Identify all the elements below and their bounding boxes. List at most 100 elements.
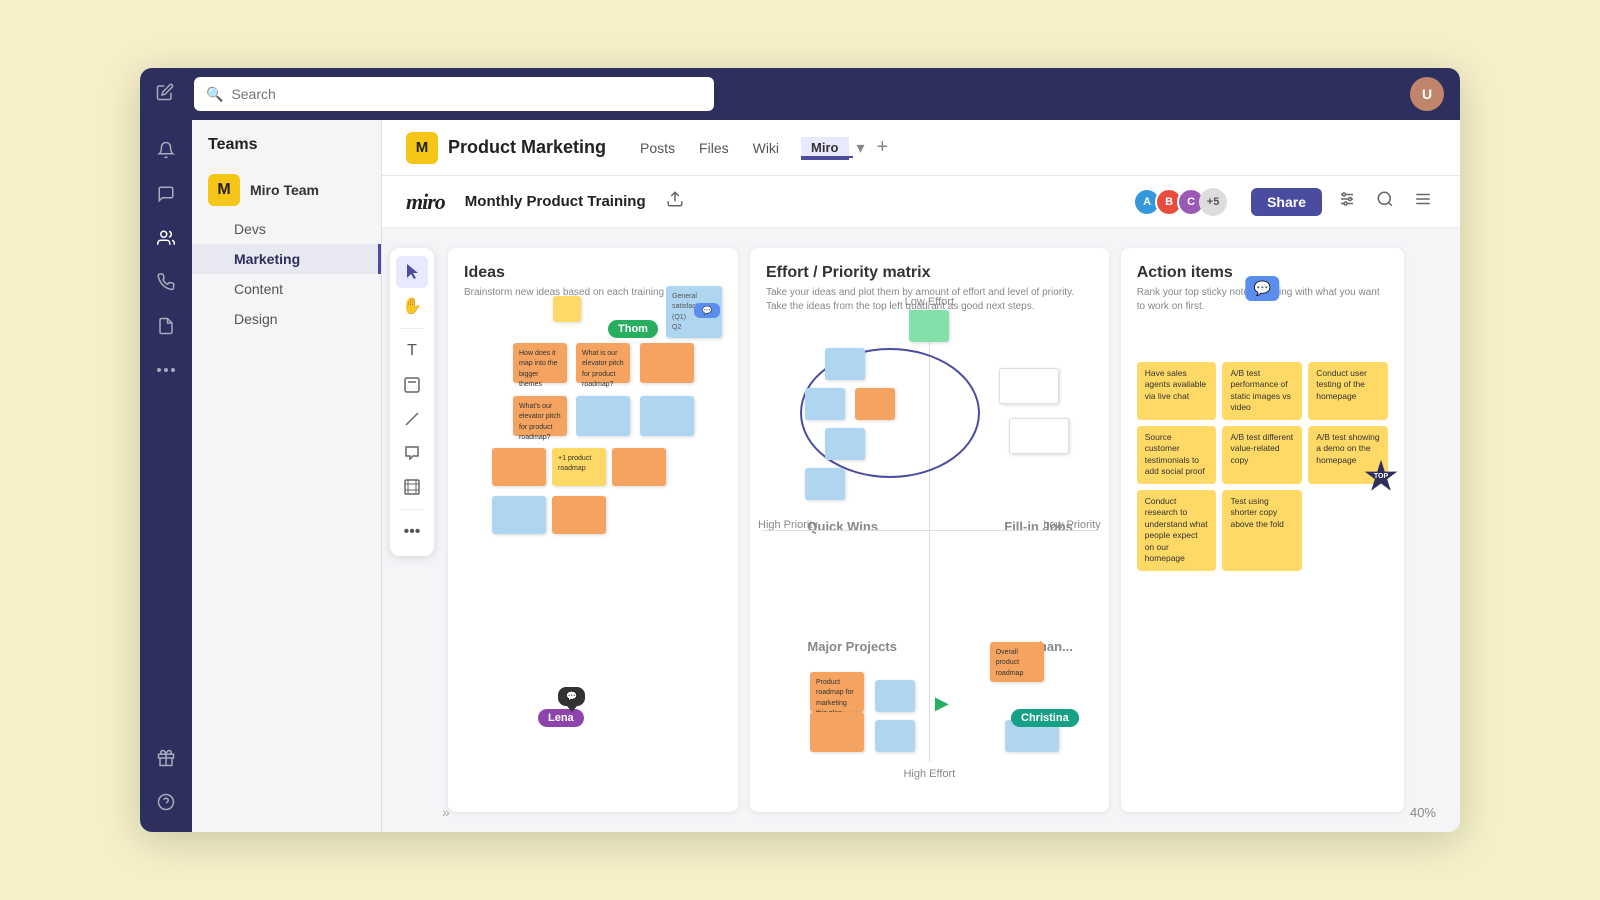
settings-icon[interactable]: [1334, 186, 1360, 217]
action-items-section: Action items Rank your top sticky notes,…: [1121, 248, 1404, 812]
matrix-hline: [762, 530, 1097, 531]
sticky-note[interactable]: [805, 388, 845, 420]
extra-avatars-count: +5: [1199, 188, 1227, 216]
tab-files[interactable]: Files: [689, 136, 739, 160]
search-bar[interactable]: 🔍: [194, 77, 714, 111]
tool-comment[interactable]: [396, 437, 428, 469]
tool-line[interactable]: [396, 403, 428, 435]
sidebar-more-icon[interactable]: [148, 352, 184, 388]
sticky-note[interactable]: [875, 680, 915, 712]
topbar: 🔍 U: [140, 68, 1460, 120]
sticky-note[interactable]: [640, 396, 694, 436]
sticky-note[interactable]: [553, 296, 581, 322]
action-card-1[interactable]: Have sales agents available via live cha…: [1137, 362, 1217, 420]
sidebar-item-devs[interactable]: Devs: [192, 214, 381, 244]
sticky-note[interactable]: [999, 368, 1059, 404]
sidebar-item-design[interactable]: Design: [192, 304, 381, 334]
ideas-title: Ideas: [464, 264, 722, 282]
major-projects-label: Major Projects: [807, 639, 897, 654]
upload-icon[interactable]: [666, 190, 684, 213]
action-card-6[interactable]: A/B test showing a demo on the homepage …: [1308, 426, 1388, 484]
action-chat-icon: 💬: [1246, 276, 1279, 301]
sidebar-bell-icon[interactable]: [148, 132, 184, 168]
miro-logo: miro: [406, 189, 445, 215]
tab-posts[interactable]: Posts: [630, 136, 685, 160]
icon-sidebar: [140, 120, 192, 832]
edit-icon[interactable]: [156, 83, 174, 106]
sticky-note[interactable]: What is ourelevator pitchfor productroad…: [576, 343, 630, 383]
action-card-7[interactable]: Conduct research to understand what peop…: [1137, 490, 1217, 571]
sticky-note[interactable]: What's ourelevator pitchfor productroadm…: [513, 396, 567, 436]
sticky-note[interactable]: [875, 720, 915, 752]
sticky-note[interactable]: [1009, 418, 1069, 454]
tab-chevron-button[interactable]: ▾: [853, 136, 869, 160]
sticky-note[interactable]: [825, 348, 865, 380]
cursor-thom: Thom: [608, 320, 658, 338]
content-header: M Product Marketing Posts Files Wiki Mir…: [382, 120, 1460, 176]
sticky-note[interactable]: [576, 396, 630, 436]
fill-in-jobs-label: Fill-in Jobs: [1004, 519, 1073, 534]
sticky-note[interactable]: [909, 310, 949, 342]
action-card-4[interactable]: Source customer testimonials to add soci…: [1137, 426, 1217, 484]
expand-arrows[interactable]: »: [442, 804, 450, 820]
tool-select[interactable]: [396, 256, 428, 288]
board-menu-icon[interactable]: [1410, 186, 1436, 217]
sticky-note[interactable]: [855, 388, 895, 420]
top-badge: TOP: [1364, 460, 1398, 494]
tool-text[interactable]: T: [396, 335, 428, 367]
sticky-note[interactable]: [552, 496, 606, 534]
sidebar-document-icon[interactable]: [148, 308, 184, 344]
tab-wiki[interactable]: Wiki: [743, 136, 789, 160]
sticky-note[interactable]: +1 productroadmap: [552, 448, 606, 486]
collaborator-avatars: A B C +5: [1133, 188, 1227, 216]
sticky-note[interactable]: [810, 712, 864, 752]
add-tab-button[interactable]: +: [869, 134, 897, 161]
product-marketing-logo: M: [406, 132, 438, 164]
sticky-note[interactable]: [612, 448, 666, 486]
cursor-arrow-1: ▶: [935, 693, 949, 714]
sticky-note[interactable]: [492, 496, 546, 534]
chat-bubble-lena: 💬: [558, 687, 585, 706]
tool-sticky[interactable]: [396, 369, 428, 401]
search-input[interactable]: [231, 86, 702, 102]
team-icon: M: [208, 174, 240, 206]
sidebar-help-icon[interactable]: [148, 784, 184, 820]
sticky-note[interactable]: Overallproductroadmap: [990, 642, 1044, 682]
user-avatar[interactable]: U: [1410, 77, 1444, 111]
sticky-note[interactable]: [825, 428, 865, 460]
effort-matrix-title: Effort / Priority matrix: [766, 264, 1093, 282]
sidebar-phone-icon[interactable]: [148, 264, 184, 300]
board-toolbar: miro Monthly Product Training A B C +5 S…: [382, 176, 1460, 228]
sidebar-chat-icon[interactable]: [148, 176, 184, 212]
board-name-label: Monthly Product Training: [465, 193, 646, 210]
quick-wins-label: Quick Wins: [807, 519, 878, 534]
action-card-2[interactable]: A/B test performance of static images vs…: [1222, 362, 1302, 420]
sidebar-item-marketing[interactable]: Marketing: [192, 244, 381, 274]
sidebar-users-icon[interactable]: [148, 220, 184, 256]
team-item-miro[interactable]: M Miro Team: [192, 166, 381, 214]
nav-panel-title: Teams: [192, 136, 381, 166]
search-icon: 🔍: [206, 86, 223, 103]
board-canvas[interactable]: ✋ T •••: [382, 228, 1460, 832]
sidebar-item-content[interactable]: Content: [192, 274, 381, 304]
sticky-note[interactable]: [805, 468, 845, 500]
sticky-note[interactable]: [640, 343, 694, 383]
tool-hand[interactable]: ✋: [396, 290, 428, 322]
zoom-indicator: 40%: [1410, 805, 1436, 820]
share-button[interactable]: Share: [1251, 188, 1322, 216]
action-card-8[interactable]: Test using shorter copy above the fold: [1222, 490, 1302, 571]
sidebar-gift-icon[interactable]: [148, 740, 184, 776]
search-board-icon[interactable]: [1372, 186, 1398, 217]
tool-panel: ✋ T •••: [390, 248, 434, 556]
action-card-5[interactable]: A/B test different value-related copy: [1222, 426, 1302, 484]
sticky-note[interactable]: Productroadmap formarketingthis plan: [810, 672, 864, 712]
action-cards-grid: Have sales agents available via live cha…: [1137, 362, 1388, 571]
ideas-section: Ideas Brainstorm new ideas based on each…: [448, 248, 738, 812]
tool-frame[interactable]: [396, 471, 428, 503]
sticky-note[interactable]: [492, 448, 546, 486]
main-area: Teams M Miro Team Devs Marketing Content…: [140, 120, 1460, 832]
action-card-3[interactable]: Conduct user testing of the homepage: [1308, 362, 1388, 420]
tool-more[interactable]: •••: [396, 516, 428, 548]
sticky-note[interactable]: How does itmap into thebigger themes: [513, 343, 567, 383]
effort-matrix-section: Effort / Priority matrix Take your ideas…: [750, 248, 1109, 812]
